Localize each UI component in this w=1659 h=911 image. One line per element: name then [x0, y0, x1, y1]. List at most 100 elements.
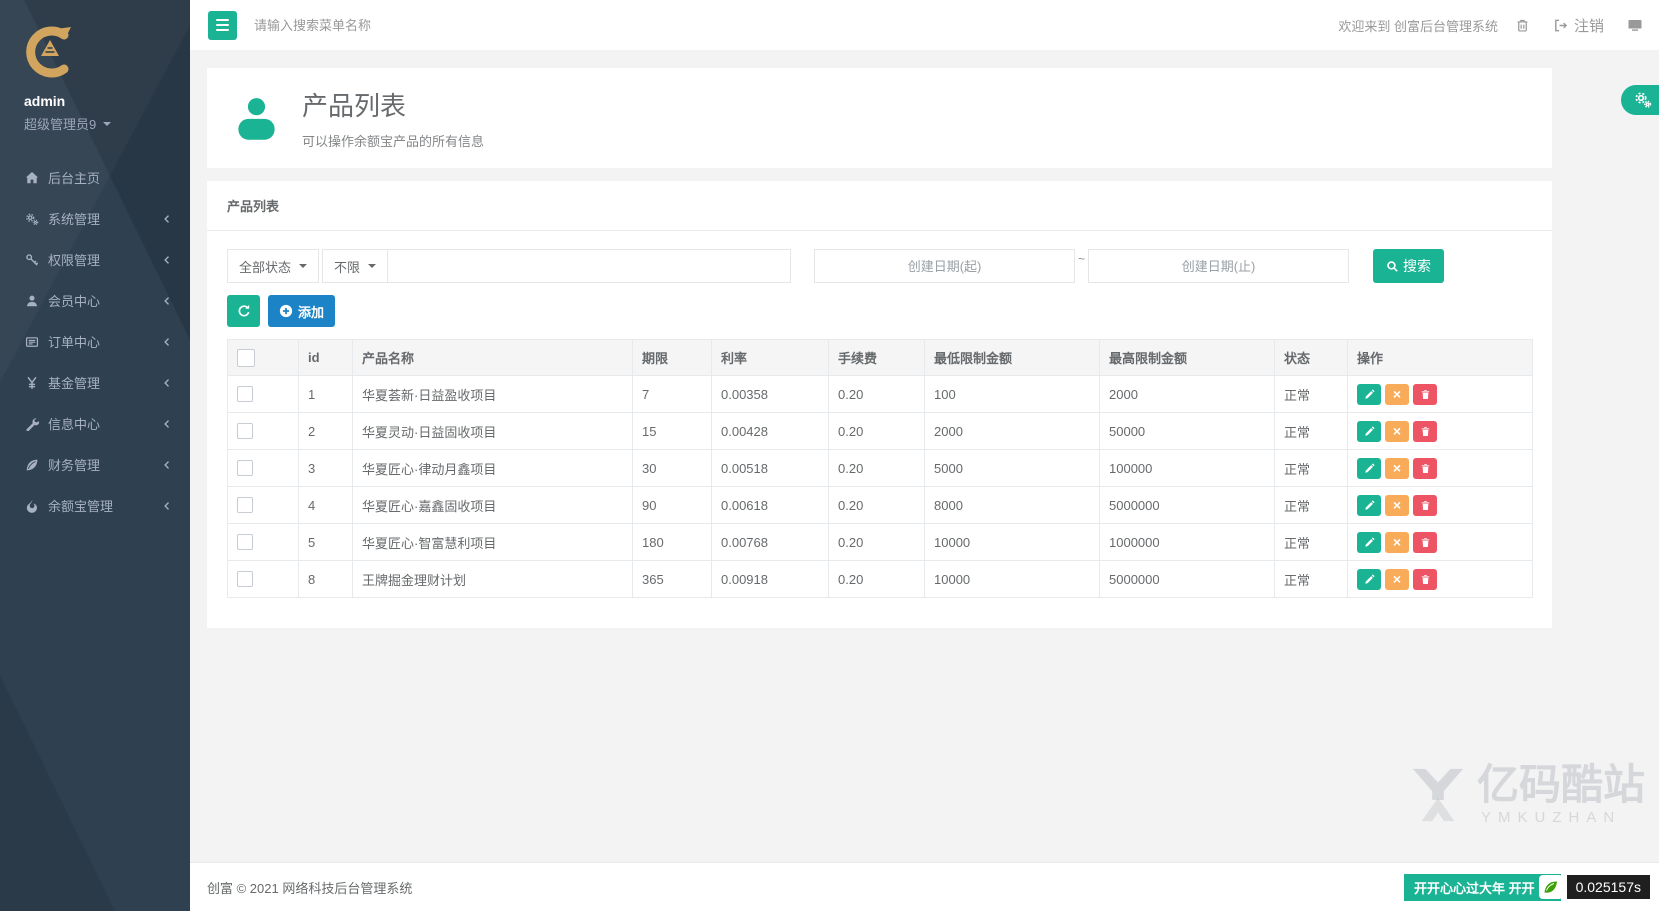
logout-label: 注销 — [1574, 15, 1604, 36]
delete-button[interactable] — [1413, 458, 1437, 479]
disable-button[interactable]: × — [1385, 384, 1409, 405]
delete-button[interactable] — [1413, 495, 1437, 516]
disable-button[interactable]: × — [1385, 458, 1409, 479]
delete-button[interactable] — [1413, 421, 1437, 442]
cell-min: 5000 — [925, 450, 1100, 487]
theme-settings-button[interactable] — [1621, 85, 1659, 115]
sidebar-item-label: 财务管理 — [48, 455, 161, 474]
top-navbar: 欢迎来到 创富后台管理系统 注销 — [190, 0, 1659, 50]
keyword-input[interactable] — [387, 249, 791, 283]
cell-name: 华夏荟新·日益盈收项目 — [353, 376, 633, 413]
disable-button[interactable]: × — [1385, 569, 1409, 590]
delete-button[interactable] — [1413, 532, 1437, 553]
cell-fee: 0.20 — [829, 487, 925, 524]
cell-fee: 0.20 — [829, 561, 925, 598]
refresh-icon — [237, 304, 251, 318]
column-header: 手续费 — [829, 340, 925, 376]
cell-checkbox — [228, 561, 299, 598]
delete-button[interactable] — [1413, 569, 1437, 590]
sidebar-item-label: 系统管理 — [48, 209, 161, 228]
pencil-icon — [1364, 574, 1375, 585]
search-icon — [1386, 260, 1399, 273]
row-checkbox[interactable] — [237, 460, 253, 476]
chevron-left-icon — [161, 459, 173, 471]
page-heading-text: 产品列表 可以操作余额宝产品的所有信息 — [302, 86, 484, 150]
trash-icon — [1420, 463, 1431, 474]
column-header: 最低限制金额 — [925, 340, 1100, 376]
actions-row: 添加 — [227, 295, 1532, 327]
edit-button[interactable] — [1357, 421, 1381, 442]
row-checkbox[interactable] — [237, 386, 253, 402]
trash-icon[interactable] — [1515, 18, 1530, 33]
sidebar-item-yen[interactable]: 基金管理 — [0, 362, 190, 403]
fullscreen-monitor-icon[interactable] — [1627, 17, 1643, 33]
search-button[interactable]: 搜索 — [1373, 249, 1444, 283]
table-body: 1华夏荟新·日益盈收项目70.003580.201002000正常×2华夏灵动·… — [228, 376, 1533, 598]
cell-min: 2000 — [925, 413, 1100, 450]
watermark-logo-icon — [1409, 767, 1467, 823]
sidebar-item-leaf[interactable]: 财务管理 — [0, 444, 190, 485]
marquee-badge: 开开心心过大年 开开 — [1404, 874, 1561, 901]
logout-button[interactable]: 注销 — [1547, 14, 1610, 37]
cell-rate: 0.00518 — [712, 450, 829, 487]
date-start-input[interactable] — [814, 249, 1075, 283]
cell-status: 正常 — [1275, 487, 1348, 524]
menu-toggle-button[interactable] — [208, 11, 237, 40]
column-header: 最高限制金额 — [1100, 340, 1275, 376]
cell-actions: × — [1348, 487, 1533, 524]
edit-button[interactable] — [1357, 458, 1381, 479]
product-table: id产品名称期限利率手续费最低限制金额最高限制金额状态操作 1华夏荟新·日益盈收… — [227, 339, 1533, 598]
select-all-checkbox[interactable] — [237, 349, 255, 367]
page-subtitle: 可以操作余额宝产品的所有信息 — [302, 131, 484, 150]
edit-button[interactable] — [1357, 384, 1381, 405]
date-end-input[interactable] — [1088, 249, 1349, 283]
disable-button[interactable]: × — [1385, 532, 1409, 553]
chevron-left-icon — [161, 254, 173, 266]
sidebar-item-key[interactable]: 权限管理 — [0, 239, 190, 280]
caret-down-icon — [299, 264, 307, 268]
sidebar-item-home[interactable]: 后台主页 — [0, 157, 190, 198]
sidebar-item-label: 订单中心 — [48, 332, 161, 351]
pencil-icon — [1364, 463, 1375, 474]
cell-max: 5000000 — [1100, 487, 1275, 524]
role-dropdown[interactable]: 超级管理员9 — [24, 114, 190, 133]
page-heading-card: 产品列表 可以操作余额宝产品的所有信息 — [207, 68, 1552, 168]
trash-icon — [1420, 537, 1431, 548]
edit-button[interactable] — [1357, 569, 1381, 590]
table-row: 1华夏荟新·日益盈收项目70.003580.201002000正常× — [228, 376, 1533, 413]
sidebar-item-user[interactable]: 会员中心 — [0, 280, 190, 321]
menu-search-input[interactable] — [252, 17, 572, 34]
cell-id: 2 — [299, 413, 353, 450]
cell-max: 1000000 — [1100, 524, 1275, 561]
sidebar-item-gears[interactable]: 系统管理 — [0, 198, 190, 239]
sidebar-item-fire[interactable]: 余额宝管理 — [0, 485, 190, 526]
add-button[interactable]: 添加 — [268, 295, 335, 327]
refresh-button[interactable] — [227, 295, 260, 327]
row-checkbox[interactable] — [237, 571, 253, 587]
page-title: 产品列表 — [302, 86, 484, 123]
row-checkbox[interactable] — [237, 497, 253, 513]
trash-icon — [1420, 500, 1431, 511]
delete-button[interactable] — [1413, 384, 1437, 405]
x-icon: × — [1393, 424, 1401, 438]
disable-button[interactable]: × — [1385, 421, 1409, 442]
sidebar-item-order[interactable]: 订单中心 — [0, 321, 190, 362]
cell-rate: 0.00428 — [712, 413, 829, 450]
row-checkbox[interactable] — [237, 534, 253, 550]
order-icon — [25, 335, 48, 349]
edit-button[interactable] — [1357, 532, 1381, 553]
cell-status: 正常 — [1275, 413, 1348, 450]
row-checkbox[interactable] — [237, 423, 253, 439]
brand-logo — [24, 26, 76, 78]
cell-id: 4 — [299, 487, 353, 524]
status-select[interactable]: 全部状态 — [227, 249, 319, 283]
navbar-right: 欢迎来到 创富后台管理系统 注销 — [1338, 14, 1643, 37]
person-icon — [233, 93, 280, 143]
sidebar-item-wrench[interactable]: 信息中心 — [0, 403, 190, 444]
sidebar: admin 超级管理员9 后台主页系统管理权限管理会员中心订单中心基金管理信息中… — [0, 0, 190, 911]
cell-actions: × — [1348, 561, 1533, 598]
yen-icon — [25, 376, 48, 390]
edit-button[interactable] — [1357, 495, 1381, 516]
disable-button[interactable]: × — [1385, 495, 1409, 516]
limit-select[interactable]: 不限 — [322, 249, 388, 283]
